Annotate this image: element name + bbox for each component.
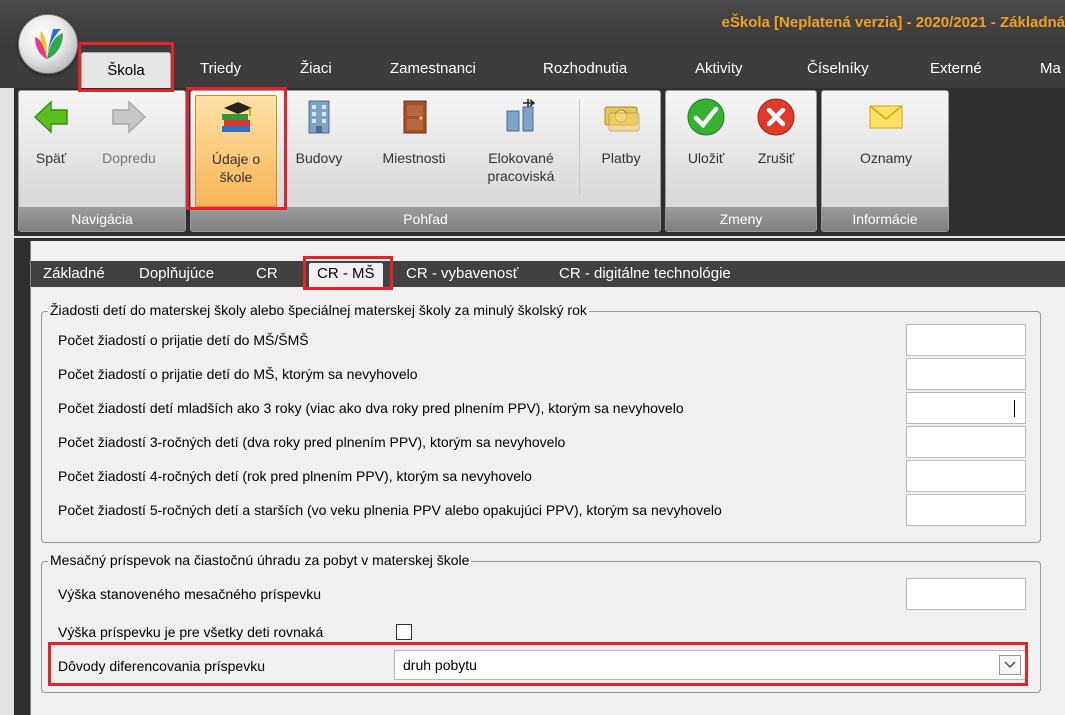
door-icon bbox=[403, 100, 427, 134]
udaje-o-skole-button[interactable]: Údaje o škole bbox=[195, 95, 277, 207]
tab-ziaci[interactable]: Žiaci bbox=[300, 60, 332, 77]
subtab-bar: Základné Doplňujúce CR CR - MŠ CR - vyba… bbox=[31, 261, 1065, 289]
back-button[interactable]: Späť bbox=[29, 97, 73, 167]
subtab-cr-ms[interactable]: CR - MŠ bbox=[309, 263, 383, 289]
requests-row-label-3: Počet žiadostí detí mladších ako 3 roky … bbox=[58, 400, 684, 416]
tab-triedy[interactable]: Triedy bbox=[200, 60, 241, 77]
text-caret bbox=[1014, 400, 1015, 417]
forward-button[interactable]: Dopredu bbox=[89, 97, 169, 167]
arrow-left-icon bbox=[33, 100, 68, 134]
group-label-informacie: Informácie bbox=[822, 207, 948, 231]
tab-more[interactable]: Ma bbox=[1040, 60, 1061, 77]
differentiation-reason-value: druh pobytu bbox=[403, 657, 477, 673]
requests-input-6[interactable] bbox=[906, 494, 1026, 526]
contribution-section-legend: Mesačný príspevok na čiastočnú úhradu za… bbox=[48, 552, 472, 568]
money-icon bbox=[604, 106, 640, 132]
differentiation-reason-label: Dôvody diferencovania príspevku bbox=[58, 658, 266, 674]
forward-label: Dopredu bbox=[102, 150, 156, 166]
chevron-down-icon[interactable] bbox=[999, 655, 1021, 675]
budovy-label: Budovy bbox=[295, 150, 343, 166]
equal-contribution-checkbox[interactable] bbox=[396, 624, 412, 640]
back-label: Späť bbox=[35, 150, 67, 166]
subtab-doplnujuce[interactable]: Doplňujúce bbox=[139, 265, 214, 282]
envelope-icon bbox=[869, 105, 903, 129]
platby-label: Platby bbox=[601, 150, 641, 166]
group-navigacia: Späť Dopredu Navigácia bbox=[18, 90, 186, 232]
contribution-amount-label: Výška stanoveného mesačného príspevku bbox=[58, 586, 322, 602]
group-label-pohlad: Pohľad bbox=[191, 207, 660, 231]
group-label-navigacia: Navigácia bbox=[19, 207, 185, 231]
cancel-button[interactable]: Zrušiť bbox=[748, 97, 804, 167]
contribution-section: Mesačný príspevok na čiastočnú úhradu za… bbox=[41, 552, 1041, 693]
tab-rozhodnutia[interactable]: Rozhodnutia bbox=[543, 60, 627, 77]
app-logo-icon bbox=[35, 29, 63, 59]
content-area: Základné Doplňujúce CR CR - MŠ CR - vyba… bbox=[14, 238, 1065, 715]
requests-section: Žiadosti detí do materskej školy alebo š… bbox=[41, 302, 1041, 543]
requests-row-label-1: Počet žiadostí o prijatie detí do MŠ/ŠMŠ bbox=[58, 332, 309, 348]
subtab-cr-vybavenost[interactable]: CR - vybavenosť bbox=[406, 265, 518, 282]
cancel-label: Zrušiť bbox=[757, 150, 795, 166]
requests-row-label-2: Počet žiadostí o prijatie detí do MŠ, kt… bbox=[58, 366, 418, 382]
close-icon bbox=[757, 98, 795, 136]
arrow-right-icon bbox=[112, 100, 147, 134]
elokovane-label-2: pracoviská bbox=[487, 168, 555, 184]
budovy-button[interactable]: Budovy bbox=[287, 97, 351, 167]
platby-button[interactable]: Platby bbox=[591, 97, 651, 167]
tab-aktivity[interactable]: Aktivity bbox=[695, 60, 743, 77]
subtab-cr[interactable]: CR bbox=[256, 265, 278, 282]
requests-row-label-4: Počet žiadostí 3-ročných detí (dva roky … bbox=[58, 434, 566, 450]
window-title: eŠkola [Neplatená verzia] - 2020/2021 - … bbox=[721, 14, 1065, 31]
udaje-label-1: Údaje o bbox=[211, 151, 261, 167]
subtab-cr-digitalne[interactable]: CR - digitálne technológie bbox=[559, 265, 731, 282]
miestnosti-button[interactable]: Miestnosti bbox=[369, 97, 459, 167]
requests-section-legend: Žiadosti detí do materskej školy alebo š… bbox=[48, 302, 589, 318]
contribution-amount-input[interactable] bbox=[906, 578, 1026, 610]
save-button[interactable]: Uložiť bbox=[680, 97, 732, 167]
requests-input-4[interactable] bbox=[906, 426, 1026, 458]
equal-contribution-label: Výška príspevku je pre všetky deti rovna… bbox=[58, 624, 324, 640]
save-label: Uložiť bbox=[687, 150, 725, 166]
requests-row-label-6: Počet žiadostí 5-ročných detí a starších… bbox=[58, 502, 722, 518]
branch-buildings-icon bbox=[506, 99, 536, 132]
tab-ciselniky[interactable]: Číselníky bbox=[807, 60, 869, 77]
oznamy-label: Oznamy bbox=[859, 150, 913, 166]
requests-row-label-5: Počet žiadostí 4-ročných detí (rok pred … bbox=[58, 468, 532, 484]
tab-skola[interactable]: Škola bbox=[81, 52, 171, 88]
ribbon: Späť Dopredu Navigácia Údaje o škole Bud… bbox=[14, 88, 1065, 236]
school-data-panel: Základné Doplňujúce CR CR - MŠ CR - vyba… bbox=[30, 241, 1065, 715]
building-icon bbox=[308, 100, 330, 134]
miestnosti-label: Miestnosti bbox=[382, 150, 446, 166]
udaje-label-2: škole bbox=[219, 169, 253, 185]
app-menu-button[interactable] bbox=[18, 14, 78, 74]
tab-zamestnanci[interactable]: Zamestnanci bbox=[390, 60, 476, 77]
group-label-zmeny: Zmeny bbox=[666, 207, 816, 231]
school-books-icon bbox=[222, 102, 252, 132]
group-zmeny: Uložiť Zrušiť Zmeny bbox=[665, 90, 817, 232]
group-informacie: Oznamy Informácie bbox=[821, 90, 949, 232]
requests-input-3[interactable] bbox=[906, 392, 1026, 424]
checkmark-icon bbox=[687, 98, 725, 136]
requests-input-5[interactable] bbox=[906, 460, 1026, 492]
requests-input-1[interactable] bbox=[906, 324, 1026, 356]
elokovane-pracoviska-button[interactable]: Elokované pracoviská bbox=[471, 97, 571, 185]
elokovane-label-1: Elokované bbox=[488, 150, 554, 166]
oznamy-button[interactable]: Oznamy bbox=[850, 97, 922, 167]
group-pohlad: Údaje o škole Budovy Miestnosti Elokovan… bbox=[190, 90, 661, 232]
title-bar: eŠkola [Neplatená verzia] - 2020/2021 - … bbox=[0, 0, 1065, 48]
subtab-zakladne[interactable]: Základné bbox=[43, 265, 105, 282]
ribbon-separator bbox=[579, 99, 580, 195]
requests-input-2[interactable] bbox=[906, 358, 1026, 390]
tab-externe[interactable]: Externé bbox=[930, 60, 982, 77]
differentiation-reason-select[interactable]: druh pobytu bbox=[394, 650, 1026, 680]
ribbon-tabs: Škola Triedy Žiaci Zamestnanci Rozhodnut… bbox=[0, 48, 1065, 88]
